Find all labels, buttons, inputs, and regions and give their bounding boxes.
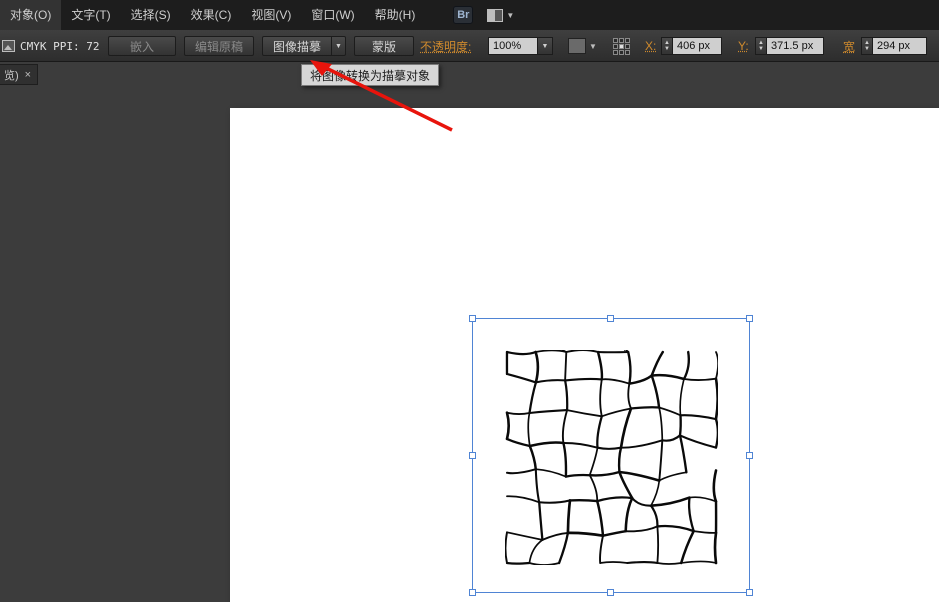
opacity-input[interactable]: 100% [488,37,538,55]
width-label[interactable]: 宽 [843,38,855,55]
menu-select[interactable]: 选择(S) [121,0,181,30]
menu-type[interactable]: 文字(T) [61,0,120,30]
image-trace-button[interactable]: 图像描摹 [262,36,332,56]
close-icon[interactable]: × [25,69,31,81]
control-bar: CMYK PPI: 72 嵌入 编辑原稿 图像描摹 ▼ 蒙版 不透明度: 100… [0,30,939,62]
document-canvas: 览) × [0,62,939,602]
document-tab[interactable]: 览) × [0,64,38,85]
edit-original-button[interactable]: 编辑原稿 [184,36,254,56]
style-thumbnail-icon[interactable] [568,38,586,54]
y-stepper[interactable]: ▲▼ [755,37,766,55]
selection-handle-s[interactable] [607,589,614,596]
mask-button[interactable]: 蒙版 [354,36,414,56]
selection-handle-se[interactable] [746,589,753,596]
opacity-label[interactable]: 不透明度: [420,38,471,55]
x-label[interactable]: X: [645,39,656,53]
selection-handle-nw[interactable] [469,315,476,322]
chevron-down-icon[interactable]: ▼ [589,42,597,51]
width-input[interactable]: 294 px [872,37,927,55]
opacity-dropdown-icon[interactable]: ▼ [538,37,553,55]
placed-crackle-image[interactable] [505,350,718,565]
width-stepper[interactable]: ▲▼ [861,37,872,55]
x-stepper[interactable]: ▲▼ [661,37,672,55]
menu-view[interactable]: 视图(V) [241,0,301,30]
arrange-documents-button[interactable]: ▼ [487,9,514,22]
selection-handle-n[interactable] [607,315,614,322]
linked-image-icon [2,40,15,52]
y-input[interactable]: 371.5 px [766,37,824,55]
x-input[interactable]: 406 px [672,37,722,55]
menu-window[interactable]: 窗口(W) [301,0,364,30]
selection-handle-e[interactable] [746,452,753,459]
menu-effect[interactable]: 效果(C) [181,0,242,30]
illustrator-window: 对象(O) 文字(T) 选择(S) 效果(C) 视图(V) 窗口(W) 帮助(H… [0,0,939,602]
y-label[interactable]: Y: [738,39,749,53]
bridge-icon[interactable]: Br [453,6,473,24]
image-status-text: CMYK PPI: 72 [20,40,99,53]
menu-object[interactable]: 对象(O) [0,0,61,30]
image-trace-dropdown-icon[interactable]: ▼ [332,36,346,56]
menu-bar: 对象(O) 文字(T) 选择(S) 效果(C) 视图(V) 窗口(W) 帮助(H… [0,0,939,30]
document-tab-label: 览) [4,67,19,83]
selection-handle-ne[interactable] [746,315,753,322]
selection-handle-sw[interactable] [469,589,476,596]
selection-handle-w[interactable] [469,452,476,459]
reference-point-locator[interactable] [613,38,630,55]
menu-help[interactable]: 帮助(H) [365,0,426,30]
arrange-documents-icon [487,9,503,22]
chevron-down-icon: ▼ [506,11,514,20]
image-trace-tooltip: 将图像转换为描摹对象 [301,64,439,86]
embed-button[interactable]: 嵌入 [108,36,176,56]
